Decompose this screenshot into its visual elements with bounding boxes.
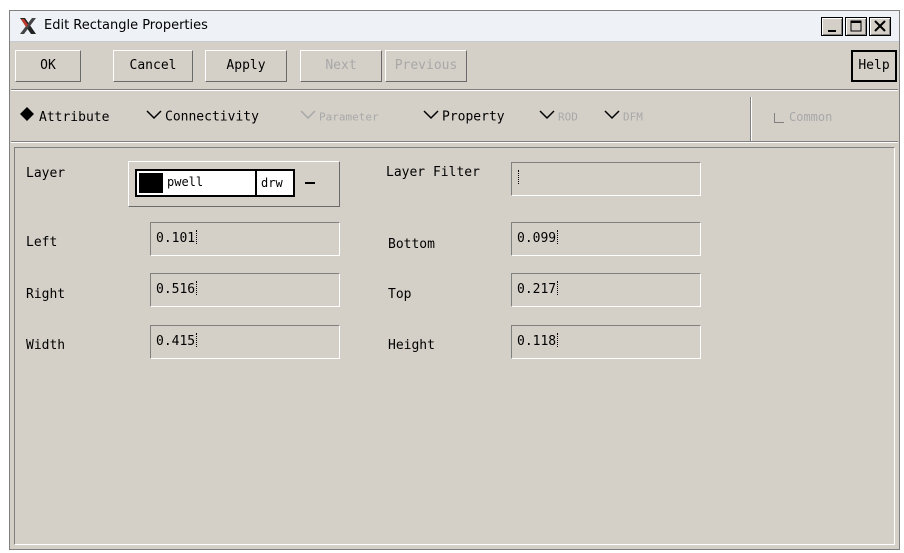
tab-property-label: Property bbox=[442, 109, 505, 125]
layer-label: Layer bbox=[26, 166, 66, 181]
tab-rod-label: ROD bbox=[558, 110, 578, 124]
text-caret bbox=[557, 281, 561, 295]
tab-dfm[interactable]: DFM bbox=[604, 107, 643, 127]
app-x-icon bbox=[18, 17, 38, 35]
tab-parameter-label: Parameter bbox=[319, 110, 379, 124]
attribute-panel: Layer pwell drw Layer Filter Left 0.101 … bbox=[14, 147, 895, 545]
text-caret bbox=[557, 230, 561, 244]
layer-filter-label: Layer Filter bbox=[386, 165, 480, 180]
bottom-label: Bottom bbox=[388, 237, 435, 252]
top-label: Top bbox=[388, 287, 412, 302]
left-value: 0.101 bbox=[156, 231, 196, 246]
width-label: Width bbox=[26, 338, 66, 353]
right-input[interactable]: 0.516 bbox=[150, 273, 340, 307]
help-button[interactable]: Help bbox=[851, 50, 897, 82]
text-caret bbox=[196, 230, 200, 244]
previous-button[interactable]: Previous bbox=[385, 50, 467, 82]
bottom-value: 0.099 bbox=[517, 231, 557, 246]
bottom-input[interactable]: 0.099 bbox=[511, 222, 701, 256]
tabs-separator bbox=[750, 97, 752, 141]
radio-unselected-icon bbox=[423, 107, 439, 127]
top-value: 0.217 bbox=[517, 282, 557, 297]
radio-unselected-icon bbox=[539, 107, 555, 127]
radio-unselected-icon bbox=[300, 107, 316, 127]
next-button[interactable]: Next bbox=[300, 50, 382, 82]
top-input[interactable]: 0.217 bbox=[511, 273, 701, 307]
tabs-bottom-separator bbox=[11, 141, 898, 143]
title-bar[interactable]: Edit Rectangle Properties bbox=[10, 11, 899, 42]
minimize-button[interactable] bbox=[821, 17, 843, 36]
radio-unselected-icon bbox=[146, 107, 162, 127]
height-label: Height bbox=[388, 338, 435, 353]
text-caret bbox=[557, 333, 561, 347]
common-label: Common bbox=[789, 110, 833, 124]
maximize-icon bbox=[850, 20, 862, 32]
width-input[interactable]: 0.415 bbox=[150, 325, 340, 359]
tab-attribute[interactable]: Attribute bbox=[20, 107, 109, 127]
layer-purpose: drw bbox=[255, 171, 293, 195]
apply-button[interactable]: Apply bbox=[205, 50, 287, 82]
window-title: Edit Rectangle Properties bbox=[44, 18, 208, 33]
layer-dropdown-icon[interactable] bbox=[305, 182, 315, 184]
maximize-button[interactable] bbox=[845, 17, 867, 36]
left-input[interactable]: 0.101 bbox=[150, 222, 340, 256]
tab-rod[interactable]: ROD bbox=[539, 107, 578, 127]
tab-parameter[interactable]: Parameter bbox=[300, 107, 379, 127]
close-button[interactable] bbox=[869, 17, 891, 36]
layer-filter-input[interactable] bbox=[511, 162, 701, 196]
layer-color-swatch bbox=[139, 173, 163, 193]
cancel-button[interactable]: Cancel bbox=[113, 50, 193, 82]
radio-selected-icon bbox=[20, 107, 36, 128]
tab-connectivity-label: Connectivity bbox=[165, 109, 259, 125]
close-icon bbox=[874, 20, 886, 32]
common-checkbox[interactable]: Common bbox=[774, 107, 832, 127]
radio-unselected-icon bbox=[604, 107, 620, 127]
text-caret bbox=[518, 170, 522, 184]
width-value: 0.415 bbox=[156, 334, 196, 349]
tab-dfm-label: DFM bbox=[623, 110, 643, 124]
height-value: 0.118 bbox=[517, 334, 557, 349]
ok-button[interactable]: OK bbox=[15, 50, 81, 82]
text-caret bbox=[196, 281, 200, 295]
right-label: Right bbox=[26, 287, 66, 302]
dialog-window: Edit Rectangle Properties OK Cancel Appl… bbox=[9, 10, 900, 550]
right-value: 0.516 bbox=[156, 282, 196, 297]
toolbar-separator bbox=[11, 89, 898, 91]
tab-attribute-label: Attribute bbox=[39, 110, 110, 125]
layer-display: pwell drw bbox=[135, 169, 295, 197]
tab-connectivity[interactable]: Connectivity bbox=[146, 107, 259, 127]
layer-selector[interactable]: pwell drw bbox=[128, 161, 340, 207]
minimize-icon bbox=[828, 30, 836, 32]
layer-name: pwell bbox=[167, 175, 204, 189]
tab-property[interactable]: Property bbox=[423, 107, 505, 127]
text-caret bbox=[196, 333, 200, 347]
checkbox-icon bbox=[774, 112, 784, 123]
left-label: Left bbox=[26, 235, 58, 250]
height-input[interactable]: 0.118 bbox=[511, 325, 701, 359]
